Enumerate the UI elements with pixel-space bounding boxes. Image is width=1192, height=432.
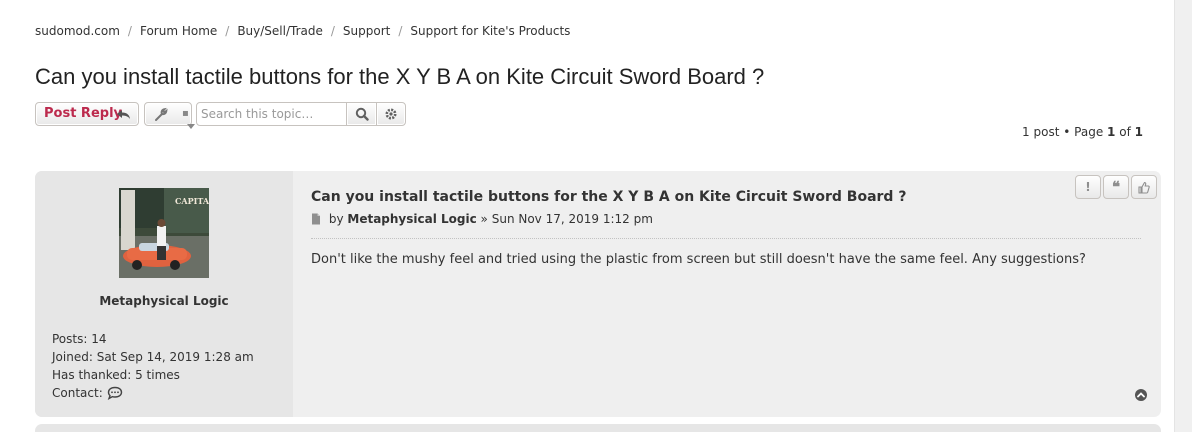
post-title[interactable]: Can you install tactile buttons for the … [311,189,906,205]
post-author[interactable]: Metaphysical Logic [347,212,476,226]
arrow-up-circle-icon [1134,387,1148,406]
of-word: of [1119,125,1131,139]
breadcrumb-site[interactable]: sudomod.com [35,24,120,38]
post-author-line: by Metaphysical Logic » Sun Nov 17, 2019… [311,212,653,228]
page-title[interactable]: Can you install tactile buttons for the … [35,64,764,90]
date-separator: » [480,212,488,226]
breadcrumb-support[interactable]: Support [343,24,390,38]
report-button[interactable]: ! [1075,175,1101,199]
quote-icon: ❝ [1111,178,1121,196]
post-reply-label: Post Reply [44,106,122,121]
thumbs-up-icon [1138,181,1150,201]
bullet-separator: • [1063,125,1071,139]
page: sudomod.com / Forum Home / Buy/Sell/Trade / Su… [0,0,1175,432]
thanked-value[interactable]: 5 times [135,368,180,382]
total-pages: 1 [1134,125,1143,139]
search-button[interactable] [346,102,377,126]
profile-details: Posts: 14 Joined: Sat Sep 14, 2019 1:28 … [52,330,254,405]
post-buttons: ! ❝ [1075,175,1157,199]
joined-value: Sat Sep 14, 2019 1:28 am [96,350,254,364]
post-profile: CAPITAL Metaphysical Logic Posts: 14 Joi… [35,171,293,417]
reply-icon [116,103,132,133]
current-page: 1 [1107,125,1116,139]
page-word: Page [1074,125,1104,139]
scrollbar[interactable] [1174,0,1192,432]
thanks-button[interactable] [1131,175,1157,199]
speech-bubble-icon[interactable] [107,386,123,405]
dropdown-indicator: ▪ [182,108,189,119]
breadcrumb-separator: / [127,24,132,38]
avatar[interactable]: CAPITAL [119,188,215,278]
search-icon [355,107,369,129]
breadcrumb-kite-products[interactable]: Support for Kite's Products [410,24,570,38]
joined-label: Joined: [52,350,93,364]
back-to-top-button[interactable] [1134,387,1148,401]
contact-label: Contact: [52,386,103,400]
by-word: by [328,212,344,226]
username[interactable]: Metaphysical Logic [35,294,293,308]
breadcrumb-forum-home[interactable]: Forum Home [140,24,217,38]
wrench-icon [154,103,168,133]
contact-stat: Contact: [52,384,254,405]
avatar-caption: CAPITAL [175,196,209,206]
post-date: Sun Nov 17, 2019 1:12 pm [491,212,653,226]
advanced-search-button[interactable] [376,102,406,126]
breadcrumb-separator: / [330,24,335,38]
posts-value[interactable]: 14 [91,332,106,346]
posts-label: Posts: [52,332,88,346]
breadcrumb-separator: / [225,24,230,38]
breadcrumb-separator: / [398,24,403,38]
quote-button[interactable]: ❝ [1103,175,1129,199]
posts-stat: Posts: 14 [52,330,254,348]
pagination: 1 post • Page 1 of 1 [1022,125,1143,139]
post-count: 1 post [1022,125,1060,139]
search-input[interactable] [196,102,356,126]
post-content: Don't like the mushy feel and tried usin… [311,252,1086,267]
thanked-label: Has thanked: [52,368,132,382]
breadcrumb-buy-sell-trade[interactable]: Buy/Sell/Trade [237,24,323,38]
gear-icon [384,108,398,129]
thanked-stat: Has thanked: 5 times [52,366,254,384]
post-file-icon[interactable] [311,213,321,228]
post-reply-button[interactable]: Post Reply [35,102,139,126]
next-post-edge [35,424,1161,432]
topic-tools-button[interactable]: ▪ [144,102,192,126]
breadcrumb: sudomod.com / Forum Home / Buy/Sell/Trade / Su… [35,24,570,38]
chevron-down-icon [187,124,195,129]
post: CAPITAL Metaphysical Logic Posts: 14 Joi… [35,171,1161,417]
joined-stat: Joined: Sat Sep 14, 2019 1:28 am [52,348,254,366]
post-divider [311,238,1141,239]
report-icon: ! [1085,180,1091,194]
